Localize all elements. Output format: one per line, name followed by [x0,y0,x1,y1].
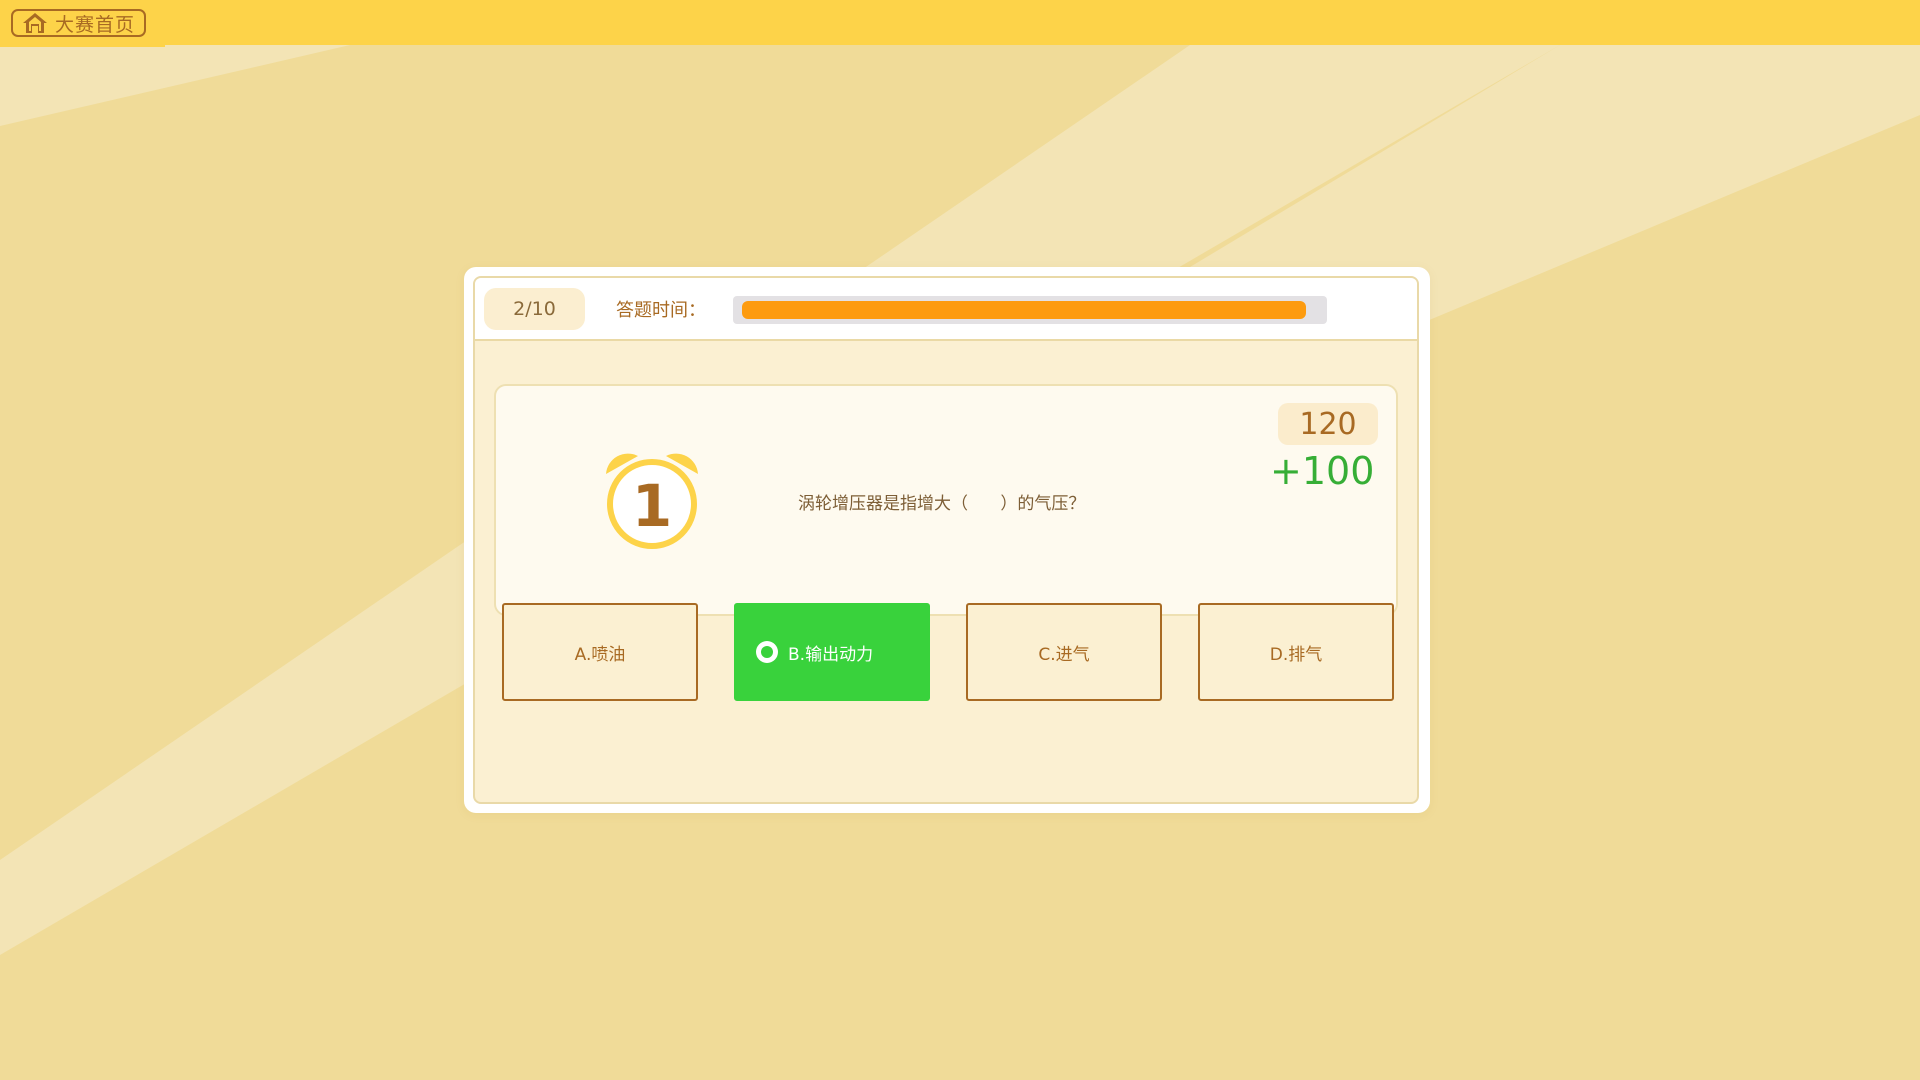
question-number: 1 [632,472,672,540]
option-label: A.喷油 [574,644,626,665]
home-icon [21,11,49,35]
score-gain: +100 [1270,449,1375,493]
option-a[interactable]: A.喷油 [502,603,698,701]
top-bar-tab [0,36,165,47]
quiz-card: 2/10 答题时间： 1 涡轮增压器是指增大（ ）的气压？ 120 +100 A… [464,267,1430,813]
timer-label: 答题时间： [616,300,706,321]
question-progress: 2/10 [484,288,585,330]
timer-bar-fill [742,301,1306,319]
quiz-card-inner: 2/10 答题时间： 1 涡轮增压器是指增大（ ）的气压？ 120 +100 A… [473,276,1419,804]
quiz-header: 2/10 答题时间： [475,278,1417,341]
timer-bar [733,296,1327,324]
home-button[interactable]: 大赛首页 [11,9,146,37]
option-label: C.进气 [1038,644,1090,665]
score-badge: 120 [1278,403,1378,445]
question-panel: 1 涡轮增压器是指增大（ ）的气压？ 120 +100 [494,384,1398,616]
selected-radio-icon [756,641,778,663]
top-bar [0,0,1920,45]
option-label: B.输出动力 [788,644,874,665]
question-text: 涡轮增压器是指增大（ ）的气压？ [798,494,1086,514]
option-d[interactable]: D.排气 [1198,603,1394,701]
home-button-label: 大赛首页 [55,13,136,36]
option-c[interactable]: C.进气 [966,603,1162,701]
option-label: D.排气 [1269,644,1323,665]
option-b[interactable]: B.输出动力 [734,603,930,701]
alarm-clock-icon: 1 [606,453,698,549]
